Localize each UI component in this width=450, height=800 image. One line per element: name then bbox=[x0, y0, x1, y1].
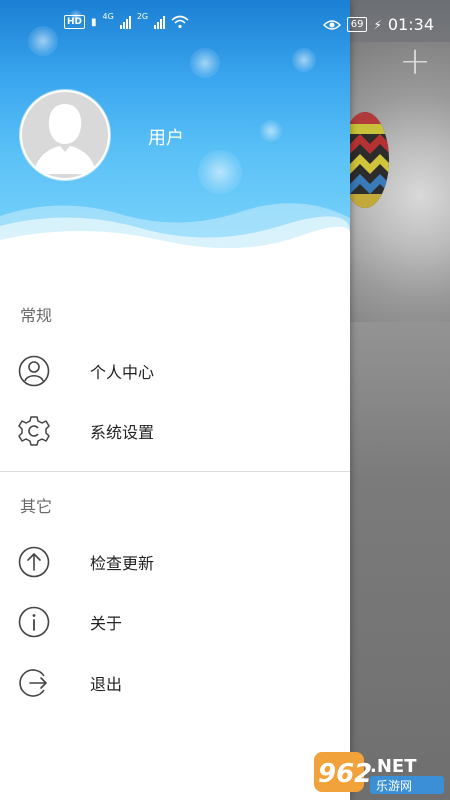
sim-icon: ▮ bbox=[91, 16, 97, 28]
section-divider bbox=[0, 471, 350, 472]
menu-item-label: 检查更新 bbox=[90, 554, 155, 573]
hd-badge: HD bbox=[64, 15, 86, 29]
svg-text:.NET: .NET bbox=[370, 756, 417, 777]
status-bar: HD ▮ 4G 2G 69 ⚡ 01:34 bbox=[0, 0, 450, 48]
svg-text:乐游网: 乐游网 bbox=[376, 779, 412, 793]
header-waves bbox=[0, 203, 350, 262]
username[interactable]: 用户 bbox=[148, 124, 184, 150]
section-title-other: 其它 bbox=[20, 497, 53, 516]
wifi-icon bbox=[171, 15, 189, 29]
menu-item-check-update[interactable]: 检查更新 bbox=[0, 532, 350, 592]
network-type-2: 2G bbox=[136, 11, 149, 21]
status-right: 69 ⚡ 01:34 bbox=[322, 15, 434, 34]
menu-item-about[interactable]: 关于 bbox=[0, 592, 350, 652]
menu-item-profile[interactable]: 个人中心 bbox=[0, 341, 350, 401]
person-icon bbox=[18, 355, 50, 387]
info-icon bbox=[18, 606, 50, 638]
logout-icon bbox=[19, 669, 47, 697]
site-watermark-logo: 962 .NET 乐游网 bbox=[314, 752, 444, 794]
section-title-general: 常规 bbox=[20, 306, 53, 325]
menu-item-label: 关于 bbox=[90, 614, 123, 633]
default-avatar-icon bbox=[22, 92, 108, 178]
charging-icon: ⚡ bbox=[373, 17, 382, 32]
gear-icon bbox=[18, 416, 50, 446]
menu-item-label: 系统设置 bbox=[90, 423, 155, 442]
decor-bubble bbox=[292, 48, 316, 72]
signal-icon bbox=[119, 15, 131, 29]
menu-item-label: 退出 bbox=[90, 675, 123, 694]
eye-comfort-icon bbox=[322, 19, 341, 30]
status-left: HD ▮ 4G 2G bbox=[64, 11, 189, 29]
svg-text:962: 962 bbox=[318, 759, 372, 789]
screen: + HD ▮ 4G 2G 69 ⚡ 01:34 用户 常规 个人中心 系统设置 … bbox=[0, 0, 450, 800]
decor-bubble bbox=[260, 120, 282, 142]
add-button[interactable]: + bbox=[398, 42, 432, 80]
battery-level: 69 bbox=[346, 17, 368, 32]
menu-item-logout[interactable]: 退出 bbox=[0, 653, 350, 713]
menu-item-label: 个人中心 bbox=[90, 363, 155, 382]
decor-bubble bbox=[190, 48, 220, 78]
navigation-drawer: 用户 常规 个人中心 系统设置 其它 检查更新 关于 退出 bbox=[0, 0, 350, 800]
network-type-1: 4G bbox=[102, 11, 114, 21]
menu-item-settings[interactable]: 系统设置 bbox=[0, 401, 350, 461]
avatar[interactable] bbox=[20, 90, 110, 180]
signal-icon-2 bbox=[154, 15, 166, 29]
upload-arrow-icon bbox=[18, 546, 50, 578]
clock: 01:34 bbox=[387, 15, 434, 34]
decor-bubble bbox=[198, 150, 242, 194]
